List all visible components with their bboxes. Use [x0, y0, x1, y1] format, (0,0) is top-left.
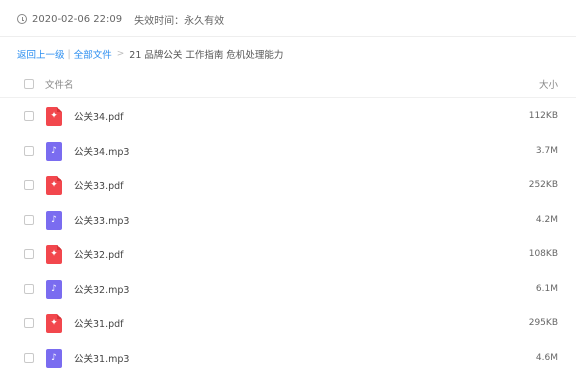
row-checkbox[interactable] — [24, 215, 34, 225]
all-files-link[interactable]: 全部文件 — [74, 47, 112, 61]
pdf-file-icon: ✦ — [46, 107, 62, 126]
table-row[interactable]: ✦ 公关34.pdf 112KB — [0, 99, 576, 134]
file-size: 6.1M — [536, 284, 558, 294]
file-name[interactable]: 公关31.pdf — [74, 316, 124, 330]
row-checkbox[interactable] — [24, 318, 34, 328]
pdf-file-icon: ✦ — [46, 314, 62, 333]
row-checkbox[interactable] — [24, 111, 34, 121]
divider — [0, 97, 576, 98]
breadcrumb-arrow: > — [117, 49, 125, 59]
row-checkbox[interactable] — [24, 249, 34, 259]
file-list: ✦ 公关34.pdf 112KB ♪ 公关34.mp3 3.7M ✦ 公关33.pdf 252K… — [0, 99, 576, 375]
file-size: 3.7M — [536, 146, 558, 156]
back-link[interactable]: 返回上一级 — [17, 47, 65, 61]
breadcrumb-separator: | — [68, 49, 71, 60]
file-size: 295KB — [529, 318, 558, 328]
file-name[interactable]: 公关33.pdf — [74, 178, 124, 192]
row-checkbox[interactable] — [24, 353, 34, 363]
pdf-file-icon: ✦ — [46, 245, 62, 264]
file-size: 4.6M — [536, 353, 558, 363]
table-header: 文件名 大小 — [0, 72, 576, 96]
expire-label: 失效时间：永久有效 — [134, 12, 224, 27]
audio-file-icon: ♪ — [46, 142, 62, 161]
file-name[interactable]: 公关34.pdf — [74, 109, 124, 123]
audio-file-icon: ♪ — [46, 211, 62, 230]
divider — [0, 36, 576, 37]
breadcrumb: 返回上一级 | 全部文件 > 21 品牌公关 工作指南 危机处理能力 — [17, 47, 283, 61]
table-row[interactable]: ♪ 公关34.mp3 3.7M — [0, 134, 576, 169]
file-name[interactable]: 公关32.mp3 — [74, 282, 129, 296]
current-folder: 21 品牌公关 工作指南 危机处理能力 — [129, 47, 283, 61]
file-size: 252KB — [529, 180, 558, 190]
audio-file-icon: ♪ — [46, 280, 62, 299]
file-name[interactable]: 公关31.mp3 — [74, 351, 129, 365]
table-row[interactable]: ✦ 公关32.pdf 108KB — [0, 237, 576, 272]
table-row[interactable]: ♪ 公关32.mp3 6.1M — [0, 272, 576, 307]
select-all-checkbox[interactable] — [24, 79, 34, 89]
file-name[interactable]: 公关32.pdf — [74, 247, 124, 261]
row-checkbox[interactable] — [24, 146, 34, 156]
file-name[interactable]: 公关34.mp3 — [74, 144, 129, 158]
share-date: 2020-02-06 22:09 — [32, 14, 122, 25]
table-row[interactable]: ♪ 公关31.mp3 4.6M — [0, 341, 576, 375]
file-size: 4.2M — [536, 215, 558, 225]
row-checkbox[interactable] — [24, 284, 34, 294]
column-name-header[interactable]: 文件名 — [45, 77, 74, 91]
table-row[interactable]: ✦ 公关33.pdf 252KB — [0, 168, 576, 203]
file-size: 108KB — [529, 249, 558, 259]
table-row[interactable]: ✦ 公关31.pdf 295KB — [0, 306, 576, 341]
file-size: 112KB — [529, 111, 558, 121]
row-checkbox[interactable] — [24, 180, 34, 190]
file-name[interactable]: 公关33.mp3 — [74, 213, 129, 227]
audio-file-icon: ♪ — [46, 349, 62, 368]
share-info-bar: 2020-02-06 22:09 失效时间：永久有效 — [17, 10, 224, 28]
clock-icon — [17, 14, 27, 24]
table-row[interactable]: ♪ 公关33.mp3 4.2M — [0, 203, 576, 238]
pdf-file-icon: ✦ — [46, 176, 62, 195]
column-size-header[interactable]: 大小 — [539, 77, 558, 91]
